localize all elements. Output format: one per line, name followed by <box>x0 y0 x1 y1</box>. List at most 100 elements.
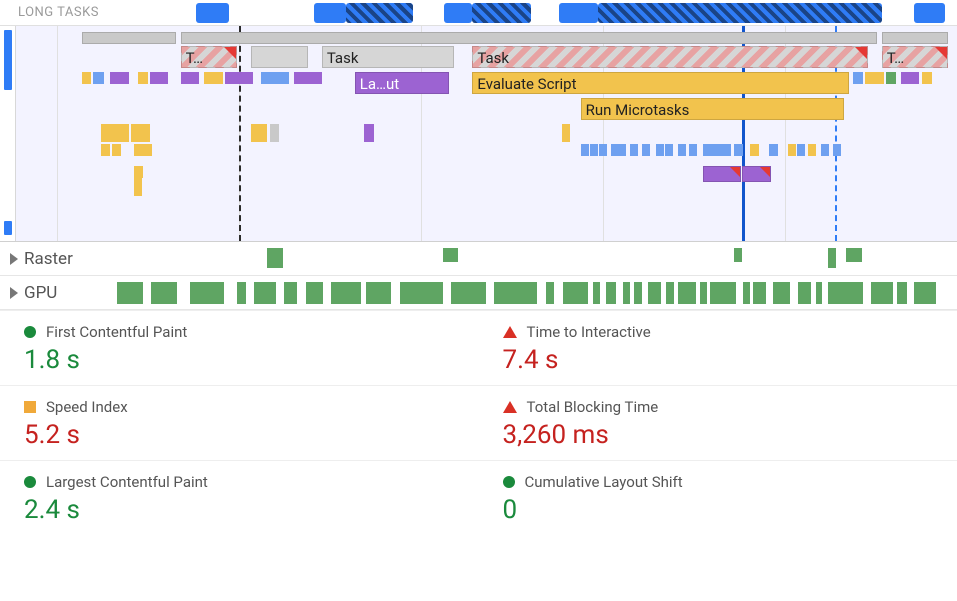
activity-tick <box>734 248 742 262</box>
activity-tick <box>181 72 200 84</box>
activity-tick <box>204 72 223 84</box>
flame-span[interactable] <box>82 32 176 44</box>
activity-tick <box>922 72 931 84</box>
flame-span[interactable] <box>742 166 770 182</box>
activity-tick <box>618 144 626 156</box>
activity-tick <box>821 144 829 156</box>
gpu-block[interactable] <box>117 282 143 304</box>
activity-tick <box>82 72 91 84</box>
gpu-block[interactable] <box>546 282 555 304</box>
long-task-block[interactable] <box>196 3 229 23</box>
long-tasks-track[interactable] <box>168 3 957 23</box>
gpu-block[interactable] <box>871 282 892 304</box>
metric-value: 1.8 s <box>24 345 459 375</box>
raster-row[interactable]: Raster <box>0 242 957 276</box>
gpu-block[interactable] <box>897 282 907 304</box>
gpu-block[interactable] <box>700 282 707 304</box>
flame-span[interactable]: Evaluate Script <box>472 72 848 94</box>
task-span[interactable]: T… <box>882 46 948 68</box>
long-task-block[interactable] <box>914 3 946 23</box>
gpu-block[interactable] <box>828 282 862 304</box>
metric-card[interactable]: Speed Index5.2 s <box>0 385 479 460</box>
task-span[interactable] <box>251 46 307 68</box>
metric-card[interactable]: First Contentful Paint1.8 s <box>0 310 479 385</box>
gpu-block[interactable] <box>798 282 811 304</box>
gpu-block[interactable] <box>563 282 589 304</box>
triangle-icon <box>503 401 517 413</box>
long-task-block[interactable] <box>559 3 598 23</box>
activity-tick <box>251 124 267 142</box>
gpu-toggle[interactable]: GPU <box>0 283 100 303</box>
gpu-row[interactable]: GPU <box>0 276 957 310</box>
gpu-block[interactable] <box>914 282 935 304</box>
activity-tick <box>581 144 589 156</box>
activity-tick <box>854 248 862 262</box>
metric-card[interactable]: Largest Contentful Paint2.4 s <box>0 460 479 535</box>
task-span[interactable]: T… <box>181 46 237 68</box>
square-icon <box>24 401 36 413</box>
activity-tick <box>788 144 796 156</box>
flame-span[interactable]: Run Microtasks <box>581 98 844 120</box>
long-task-block[interactable] <box>314 3 346 23</box>
gpu-block[interactable] <box>190 282 224 304</box>
metric-label: Time to Interactive <box>527 323 651 341</box>
metric-card[interactable]: Time to Interactive7.4 s <box>479 310 957 385</box>
gpu-block[interactable] <box>606 282 616 304</box>
activity-tick <box>294 72 322 84</box>
gpu-block[interactable] <box>306 282 323 304</box>
gpu-block[interactable] <box>284 282 297 304</box>
gpu-block[interactable] <box>753 282 766 304</box>
metric-card[interactable]: Cumulative Layout Shift0 <box>479 460 957 535</box>
activity-tick <box>364 124 373 142</box>
activity-tick <box>750 144 759 156</box>
gpu-block[interactable] <box>634 282 643 304</box>
time-marker-dashed[interactable] <box>239 26 241 241</box>
activity-tick <box>101 124 129 142</box>
gpu-block[interactable] <box>648 282 661 304</box>
gpu-block[interactable] <box>451 282 485 304</box>
activity-tick <box>665 144 673 156</box>
gpu-block[interactable] <box>623 282 630 304</box>
gpu-track[interactable] <box>100 282 957 304</box>
gpu-block[interactable] <box>151 282 177 304</box>
flame-span[interactable] <box>882 32 948 44</box>
gpu-block[interactable] <box>666 282 675 304</box>
gpu-block[interactable] <box>773 282 790 304</box>
activity-tick <box>808 144 816 156</box>
gpu-block[interactable] <box>494 282 537 304</box>
metric-card[interactable]: Total Blocking Time3,260 ms <box>479 385 957 460</box>
gpu-block[interactable] <box>593 282 600 304</box>
long-task-block[interactable] <box>472 3 531 23</box>
activity-tick <box>833 144 841 156</box>
activity-tick <box>101 144 110 156</box>
circle-icon <box>503 476 515 488</box>
long-task-block[interactable] <box>598 3 882 23</box>
flame-span[interactable] <box>181 32 877 44</box>
long-task-block[interactable] <box>346 3 413 23</box>
gpu-block[interactable] <box>678 282 695 304</box>
activity-tick <box>112 144 121 156</box>
raster-track[interactable] <box>100 248 957 270</box>
flame-chart[interactable]: T… Task Task T… La…ut Evaluate Script Run Mi… <box>0 26 957 242</box>
flame-span[interactable]: La…ut <box>355 72 449 94</box>
activity-tick <box>656 144 664 156</box>
gpu-block[interactable] <box>331 282 361 304</box>
activity-tick <box>261 72 289 84</box>
activity-tick <box>131 124 150 142</box>
raster-toggle[interactable]: Raster <box>0 249 100 269</box>
gpu-block[interactable] <box>710 282 736 304</box>
activity-tick <box>274 248 283 268</box>
metric-label: Largest Contentful Paint <box>46 473 208 491</box>
activity-tick <box>853 72 862 84</box>
gpu-block[interactable] <box>816 282 823 304</box>
task-span[interactable]: Task <box>472 46 867 68</box>
gpu-block[interactable] <box>366 282 392 304</box>
metric-label: Speed Index <box>46 398 128 416</box>
flame-span[interactable] <box>703 166 741 182</box>
gpu-block[interactable] <box>237 282 246 304</box>
task-span[interactable]: Task <box>322 46 454 68</box>
gpu-block[interactable] <box>400 282 443 304</box>
long-task-block[interactable] <box>444 3 472 23</box>
gpu-block[interactable] <box>254 282 275 304</box>
gpu-block[interactable] <box>743 282 750 304</box>
